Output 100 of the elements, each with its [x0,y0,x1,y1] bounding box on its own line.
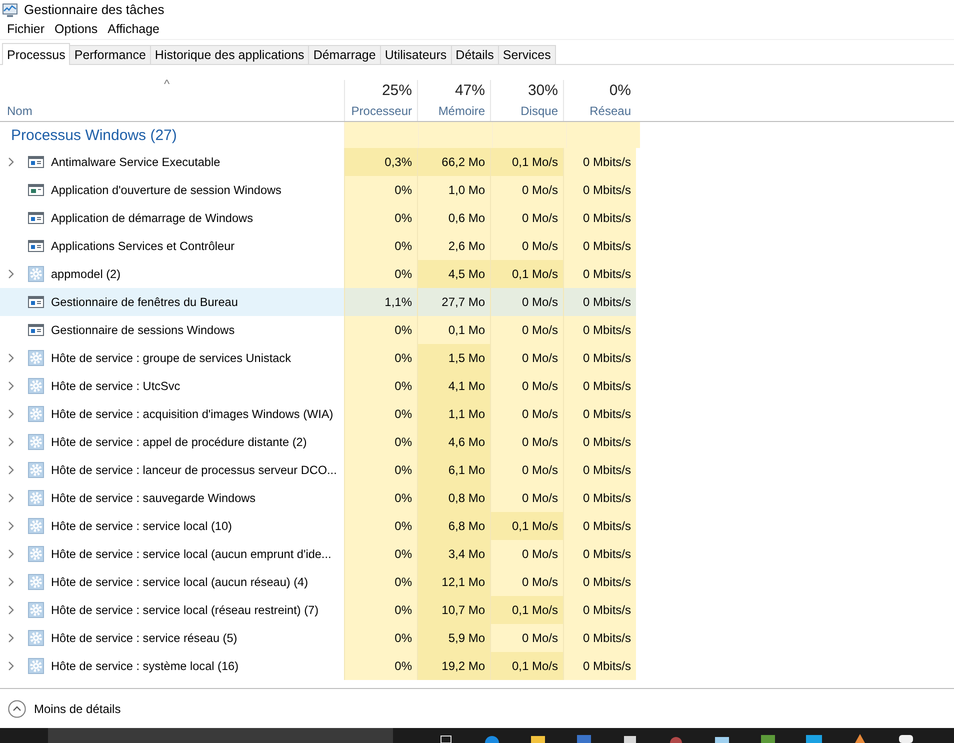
group-heading: Processus Windows (27) [11,126,177,144]
process-row[interactable]: Hôte de service : acquisition d'images Windows (WIA) [0,400,344,428]
process-name: appmodel (2) [51,267,121,281]
process-name: Hôte de service : lanceur de processus serveur DCO... [51,463,337,477]
table-cell: 27,7 Mo [417,288,490,316]
process-row[interactable]: Hôte de service : lanceur de processus serveur DCO... [0,456,344,484]
table-cell: 1,1 Mo [417,400,490,428]
chevron-icon[interactable] [8,633,14,643]
collapse-icon [8,700,26,718]
table-cell: 0 Mbits/s [563,400,636,428]
process-row[interactable]: Hôte de service : service local (aucun réseau) (4) [0,568,344,596]
folder-icon[interactable] [530,733,546,743]
menu-item[interactable]: Options [50,22,103,36]
window-icon [28,322,44,338]
gear-icon [28,462,44,478]
chevron-icon[interactable] [8,409,14,419]
gear-icon [28,602,44,618]
tab[interactable]: Services [498,45,556,64]
process-name: Hôte de service : groupe de services Unistack [51,351,291,365]
table-cell: 0 Mo/s [490,568,563,596]
tab[interactable]: Performance [69,45,151,64]
table-cell: 0 Mo/s [490,484,563,512]
tab[interactable]: Démarrage [308,45,381,64]
process-row[interactable]: Antimalware Service Executable [0,148,344,176]
tab[interactable]: Utilisateurs [380,45,452,64]
chevron-icon[interactable] [8,465,14,475]
table-cell: 0,1 Mo/s [490,652,563,680]
process-name: Hôte de service : système local (16) [51,659,239,673]
process-name: Hôte de service : appel de procédure distante (2) [51,435,307,449]
table-cell: 1,0 Mo [417,176,490,204]
table-cell: 0 Mo/s [490,372,563,400]
table-cell: 0 Mbits/s [563,372,636,400]
app-icon[interactable] [438,733,454,743]
table-cell: 0,1 Mo/s [490,260,563,288]
process-row[interactable]: Hôte de service : UtcSvc [0,372,344,400]
process-name: Hôte de service : sauvegarde Windows [51,491,256,505]
app-icon[interactable] [852,733,868,743]
process-row[interactable]: Hôte de service : système local (16) [0,652,344,680]
table-cell: 10,7 Mo [417,596,490,624]
table-cell: 0 Mo/s [490,344,563,372]
table-cell: 0,1 Mo/s [490,512,563,540]
app-icon[interactable] [898,733,914,743]
window-icon [28,182,44,198]
gear-icon [28,574,44,590]
column-header[interactable]: Nom [0,104,32,121]
table-cell: 0 Mbits/s [563,624,636,652]
gear-icon [28,658,44,674]
window-icon [28,294,44,310]
process-row[interactable]: Hôte de service : sauvegarde Windows [0,484,344,512]
table-cell: 4,1 Mo [417,372,490,400]
chevron-icon[interactable] [8,381,14,391]
process-row[interactable]: Hôte de service : service réseau (5) [0,624,344,652]
table-cell: 5,9 Mo [417,624,490,652]
app-icon[interactable] [806,733,822,743]
process-row[interactable]: Application d'ouverture de session Windows [0,176,344,204]
process-row[interactable]: Hôte de service : service local (aucun emprunt d'ide... [0,540,344,568]
table-cell: 0% [344,232,417,260]
table-cell: 0 Mo/s [490,176,563,204]
process-row[interactable]: Hôte de service : appel de procédure distante (2) [0,428,344,456]
menu-item[interactable]: Affichage [102,22,165,36]
table-cell: 0% [344,400,417,428]
process-row[interactable]: Applications Services et Contrôleur [0,232,344,260]
chevron-icon[interactable] [8,661,14,671]
table-cell: 0% [344,540,417,568]
process-row[interactable]: Hôte de service : service local (10) [0,512,344,540]
chevron-icon[interactable] [8,521,14,531]
process-row[interactable]: Application de démarrage de Windows [0,204,344,232]
table-cell: 0 Mo/s [490,232,563,260]
menu-item[interactable]: Fichier [2,22,50,36]
gear-icon [28,490,44,506]
gear-icon [28,546,44,562]
fewer-details-button[interactable]: Moins de détails [8,700,121,718]
chevron-icon[interactable] [8,157,14,167]
tab[interactable]: Détails [450,45,499,64]
process-row[interactable]: Gestionnaire de fenêtres du Bureau [0,288,344,316]
chevron-icon[interactable] [8,549,14,559]
table-cell: 0% [344,484,417,512]
process-row[interactable]: Gestionnaire de sessions Windows [0,316,344,344]
table-cell: 0 Mo/s [490,288,563,316]
sort-indicator[interactable]: ^ [164,77,170,91]
process-row[interactable]: Hôte de service : groupe de services Unistack [0,344,344,372]
chevron-icon[interactable] [8,353,14,363]
gear-icon [28,378,44,394]
table-cell: 0 Mbits/s [563,204,636,232]
chevron-icon[interactable] [8,577,14,587]
process-name: Hôte de service : service local (réseau restreint) (7) [51,603,318,617]
process-row[interactable]: Hôte de service : service local (réseau restreint) (7) [0,596,344,624]
table-cell: 0% [344,344,417,372]
app-icon[interactable] [622,733,638,743]
chevron-icon[interactable] [8,269,14,279]
table-cell: 0 Mbits/s [563,596,636,624]
table-cell: 0 Mbits/s [563,176,636,204]
process-row[interactable]: appmodel (2) [0,260,344,288]
chevron-icon[interactable] [8,493,14,503]
tab[interactable]: Historique des applications [150,45,310,64]
tab[interactable]: Processus [2,43,70,65]
table-cell: 0% [344,428,417,456]
chevron-icon[interactable] [8,437,14,447]
table-cell: 0 Mbits/s [563,540,636,568]
chevron-icon[interactable] [8,605,14,615]
